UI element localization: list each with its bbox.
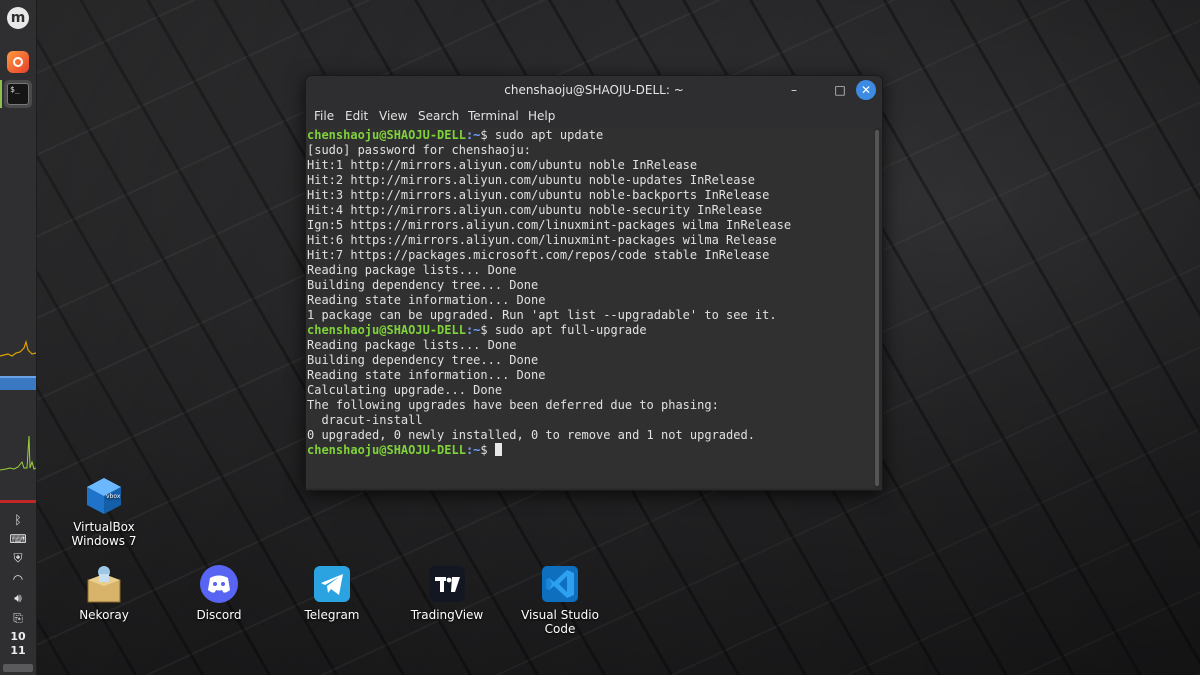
menu-edit[interactable]: Edit: [345, 104, 368, 128]
menu-file[interactable]: File: [314, 104, 334, 128]
desktop-icon-telegram[interactable]: Telegram: [284, 564, 380, 622]
menu-help[interactable]: Help: [528, 104, 555, 128]
left-panel: m $_ ᛒ ⌨ ⛨ ◠ 🔊︎ ⎘ 10 11: [0, 0, 37, 675]
command-text: sudo apt full-upgrade: [487, 323, 647, 337]
desktop-icon-nekoray[interactable]: Nekoray: [56, 564, 152, 622]
shield-icon[interactable]: ⛨: [8, 550, 28, 566]
output-line: Hit:3 http://mirrors.aliyun.com/ubuntu n…: [307, 188, 770, 202]
menubar: File Edit View Search Terminal Help: [306, 104, 882, 128]
output-line: Hit:4 http://mirrors.aliyun.com/ubuntu n…: [307, 203, 763, 217]
keyboard-icon[interactable]: ⌨: [8, 531, 28, 547]
output-line: Hit:6 https://mirrors.aliyun.com/linuxmi…: [307, 233, 777, 247]
output-line: [sudo] password for chenshaoju:: [307, 143, 531, 157]
firefox-launcher[interactable]: [4, 48, 32, 76]
output-line: Ign:5 https://mirrors.aliyun.com/linuxmi…: [307, 218, 792, 232]
command-text: sudo apt update: [487, 128, 604, 142]
terminal-launcher[interactable]: $_: [4, 80, 32, 108]
maximize-button[interactable]: □: [830, 80, 850, 100]
desktop-icon-virtualbox[interactable]: vbox VirtualBox Windows 7: [56, 476, 152, 548]
desktop-icon-discord[interactable]: Discord: [171, 564, 267, 622]
firefox-icon: [7, 51, 29, 73]
desktop-icon-label: VirtualBox Windows 7: [71, 520, 137, 548]
output-line: 1 package can be upgraded. Run 'apt list…: [307, 308, 777, 322]
output-line: Hit:2 http://mirrors.aliyun.com/ubuntu n…: [307, 173, 755, 187]
wifi-icon[interactable]: ◠: [8, 571, 28, 587]
menu-search[interactable]: Search: [418, 104, 459, 128]
linux-mint-menu-icon: m: [7, 7, 29, 29]
prompt-symbol: $: [480, 443, 488, 457]
window-titlebar[interactable]: chenshaoju@SHAOJU-DELL: ~ – □ ✕: [306, 76, 882, 104]
prompt-path: :~: [465, 323, 481, 337]
clock[interactable]: 10 11: [0, 630, 36, 658]
desktop-icon-label: Discord: [196, 608, 242, 622]
output-line: Reading package lists... Done: [307, 338, 517, 352]
clock-hour: 10: [10, 630, 26, 643]
telegram-icon: [312, 564, 352, 604]
terminal-icon: $_: [7, 83, 29, 105]
prompt-user: chenshaoju@SHAOJU-DELL: [307, 128, 466, 142]
command-text: [488, 443, 495, 457]
prompt-line: chenshaoju@SHAOJU-DELL:~$: [307, 443, 874, 458]
output-line: The following upgrades have been deferre…: [307, 398, 719, 412]
minimize-button[interactable]: –: [784, 80, 804, 100]
output-line: Reading package lists... Done: [307, 263, 517, 277]
disk-graph: [0, 500, 36, 503]
desktop-icon-label: TradingView: [410, 608, 484, 622]
menu-terminal[interactable]: Terminal: [468, 104, 519, 128]
nekoray-icon: [84, 564, 124, 604]
discord-icon: [199, 564, 239, 604]
output-line: Building dependency tree... Done: [307, 353, 539, 367]
output-line: dracut-install: [307, 413, 423, 427]
output-line: Hit:7 https://packages.microsoft.com/rep…: [307, 248, 770, 262]
scrollbar-thumb[interactable]: [875, 130, 879, 486]
prompt-user: chenshaoju@SHAOJU-DELL: [307, 323, 466, 337]
desktop-icon-label: Telegram: [304, 608, 360, 622]
terminal-scrollbar[interactable]: [874, 130, 880, 486]
virtualbox-icon: vbox: [84, 476, 124, 516]
vscode-icon: [540, 564, 580, 604]
svg-text:vbox: vbox: [106, 493, 121, 500]
prompt-symbol: $: [480, 128, 488, 142]
output-line: Reading state information... Done: [307, 293, 546, 307]
prompt-user: chenshaoju@SHAOJU-DELL: [307, 443, 466, 457]
volume-icon[interactable]: 🔊︎: [8, 590, 28, 606]
network-graph: [0, 435, 36, 471]
prompt-line: chenshaoju@SHAOJU-DELL:~$ sudo apt full-…: [307, 323, 874, 338]
terminal-window[interactable]: chenshaoju@SHAOJU-DELL: ~ – □ ✕ File Edi…: [305, 75, 883, 491]
bluetooth-icon[interactable]: ᛒ: [8, 512, 28, 528]
prompt-path: :~: [465, 443, 481, 457]
desktop-icon-vscode[interactable]: Visual Studio Code: [512, 564, 608, 636]
memory-graph: [0, 376, 36, 390]
terminal-output[interactable]: chenshaoju@SHAOJU-DELL:~$ sudo apt updat…: [306, 128, 874, 488]
output-line: Calculating upgrade... Done: [307, 383, 503, 397]
clipboard-icon[interactable]: ⎘: [8, 610, 28, 626]
cpu-graph: [0, 339, 36, 357]
prompt-path: :~: [465, 128, 481, 142]
prompt-symbol: $: [480, 323, 488, 337]
output-line: Building dependency tree... Done: [307, 278, 539, 292]
prompt-line: chenshaoju@SHAOJU-DELL:~$ sudo apt updat…: [307, 128, 874, 143]
desktop-icon-label: Visual Studio Code: [521, 608, 599, 636]
active-window-indicator: [0, 80, 2, 108]
desktop-icon-label: Nekoray: [79, 608, 129, 622]
panel-scrollbar[interactable]: [3, 664, 33, 672]
tradingview-icon: [427, 564, 467, 604]
clock-minute: 11: [10, 644, 26, 657]
menu-view[interactable]: View: [379, 104, 407, 128]
output-line: Reading state information... Done: [307, 368, 546, 382]
output-line: Hit:1 http://mirrors.aliyun.com/ubuntu n…: [307, 158, 698, 172]
close-icon: ✕: [860, 83, 872, 97]
desktop-icon-tradingview[interactable]: TradingView: [399, 564, 495, 622]
close-button[interactable]: ✕: [856, 80, 876, 100]
text-cursor: [494, 443, 502, 456]
output-line: 0 upgraded, 0 newly installed, 0 to remo…: [307, 428, 755, 442]
menu-button[interactable]: m: [4, 4, 32, 32]
